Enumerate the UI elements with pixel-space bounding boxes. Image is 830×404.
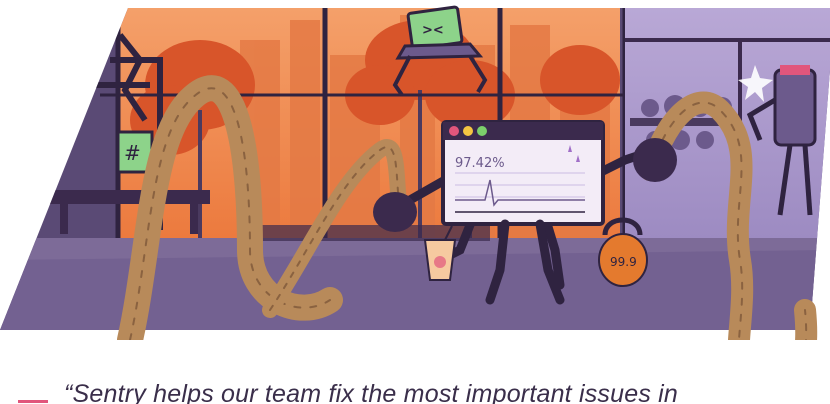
- quote-accent-rule: [18, 400, 48, 403]
- testimonial: “Sentry helps our team fix the most impo…: [0, 378, 830, 404]
- testimonial-quote: “Sentry helps our team fix the most impo…: [64, 380, 679, 404]
- svg-text:><: ><: [422, 23, 444, 38]
- window-close-dot: [449, 126, 459, 136]
- hero-illustration: # >< 97.42% 99.9: [0, 0, 830, 340]
- svg-text:#: #: [124, 141, 141, 165]
- window-minimize-dot: [463, 126, 473, 136]
- laptop-stat-text: 97.42%: [455, 156, 505, 171]
- kettlebell-label: 99.9: [610, 255, 637, 269]
- gym-scene-illustration: # >< 97.42% 99.9: [0, 5, 830, 340]
- window-maximize-dot: [477, 126, 487, 136]
